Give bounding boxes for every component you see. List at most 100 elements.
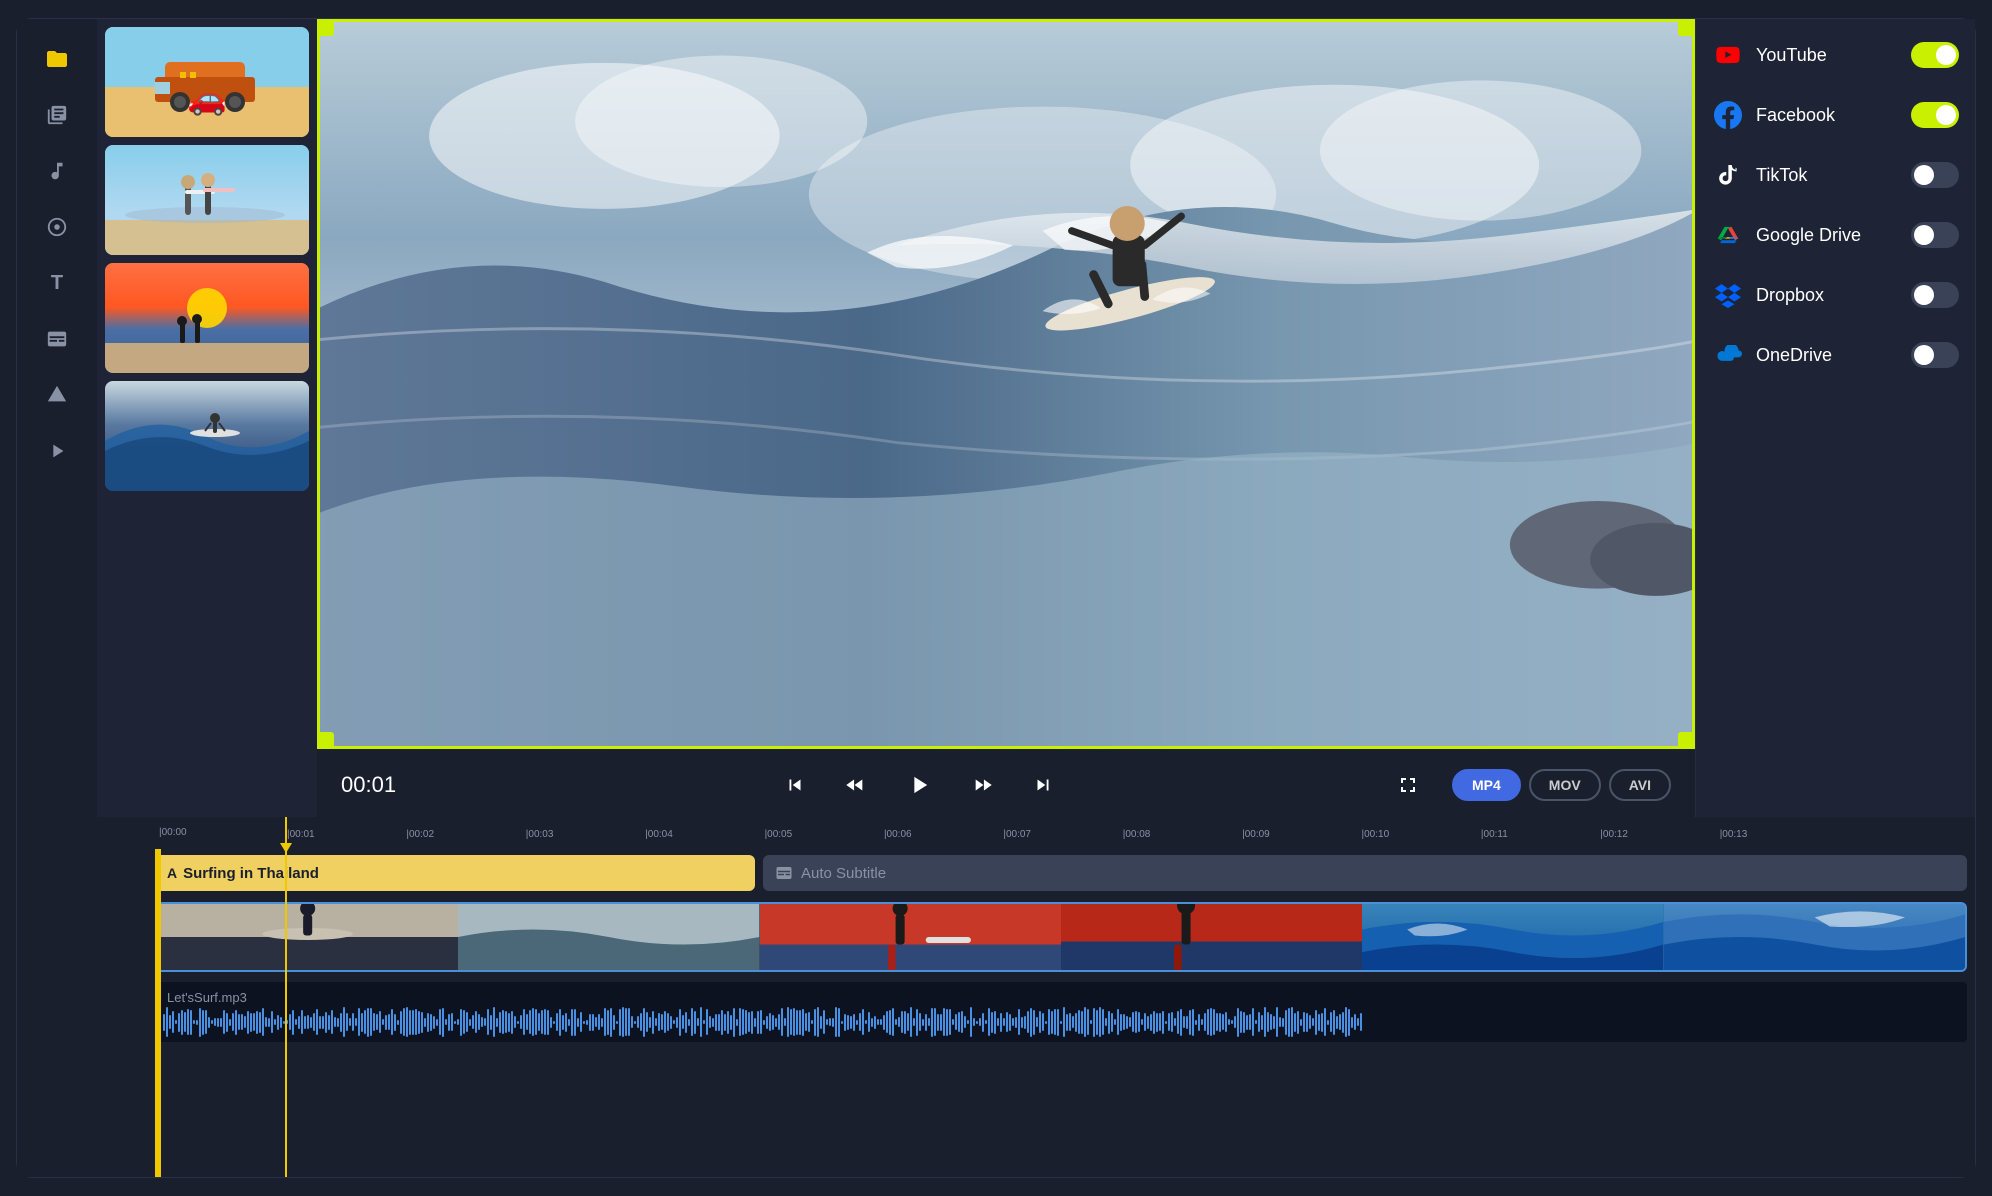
- sidebar-item-transitions[interactable]: [33, 427, 81, 475]
- wave-bar: [1117, 1009, 1119, 1035]
- gdrive-toggle[interactable]: [1911, 222, 1959, 248]
- sidebar-item-library[interactable]: [33, 91, 81, 139]
- wave-bar: [598, 1014, 600, 1030]
- wave-bar: [460, 1009, 462, 1036]
- wave-bar: [247, 1011, 249, 1034]
- wave-bar: [295, 1019, 297, 1025]
- film-segment-6: [1664, 904, 1965, 970]
- wave-bar: [940, 1014, 942, 1031]
- sidebar-item-effects[interactable]: [33, 203, 81, 251]
- wave-bar: [1084, 1007, 1086, 1037]
- ruler-mark-13: |00:13: [1720, 829, 1748, 840]
- wave-bar: [472, 1015, 474, 1029]
- wave-bar: [901, 1011, 903, 1033]
- wave-bar: [877, 1019, 879, 1025]
- wave-bar: [694, 1011, 696, 1034]
- time-display: 00:01: [341, 772, 441, 798]
- wave-bar: [367, 1008, 369, 1037]
- wave-bar: [844, 1014, 846, 1031]
- sidebar-item-music[interactable]: [33, 147, 81, 195]
- thumbnail-3[interactable]: [105, 263, 309, 373]
- thumbnail-2[interactable]: [105, 145, 309, 255]
- wave-bar: [784, 1018, 786, 1026]
- format-mp4-button[interactable]: MP4: [1452, 769, 1521, 801]
- wave-bar: [928, 1018, 930, 1026]
- wave-bar: [1252, 1008, 1254, 1036]
- ruler-mark-8: |00:08: [1123, 829, 1151, 840]
- video-filmstrip[interactable]: [155, 902, 1967, 972]
- sidebar-item-subtitles[interactable]: [33, 315, 81, 363]
- wave-bar: [355, 1018, 357, 1026]
- wave-bar: [760, 1010, 762, 1034]
- wave-bar: [595, 1017, 597, 1027]
- rewind-button[interactable]: [837, 767, 873, 803]
- ruler-mark-7: |00:07: [1003, 829, 1031, 840]
- sidebar-item-text[interactable]: T: [33, 259, 81, 307]
- skip-forward-button[interactable]: [1025, 767, 1061, 803]
- format-mov-button[interactable]: MOV: [1529, 769, 1601, 801]
- wave-bar: [913, 1018, 915, 1026]
- wave-bar: [1069, 1013, 1071, 1031]
- wave-bar: [1171, 1012, 1173, 1032]
- wave-bar: [547, 1010, 549, 1035]
- tiktok-toggle[interactable]: [1911, 162, 1959, 188]
- wave-bar: [352, 1013, 354, 1031]
- wave-bar: [658, 1013, 660, 1031]
- wave-bar: [637, 1016, 639, 1028]
- wave-bar: [1342, 1012, 1344, 1033]
- video-canvas[interactable]: [317, 19, 1695, 749]
- wave-bar: [667, 1013, 669, 1031]
- wave-bar: [1195, 1020, 1197, 1025]
- wave-bar: [1012, 1018, 1014, 1026]
- thumbnail-4[interactable]: [105, 381, 309, 491]
- gdrive-label: Google Drive: [1756, 225, 1899, 246]
- wave-bar: [1279, 1017, 1281, 1027]
- sidebar-item-shapes[interactable]: [33, 371, 81, 419]
- onedrive-toggle[interactable]: [1911, 342, 1959, 368]
- wave-bar: [820, 1016, 822, 1029]
- wave-bar: [697, 1018, 699, 1026]
- wave-bar: [457, 1019, 459, 1025]
- facebook-toggle[interactable]: [1911, 102, 1959, 128]
- wave-bar: [1210, 1008, 1212, 1036]
- gdrive-toggle-knob: [1914, 225, 1934, 245]
- wave-bar: [205, 1010, 207, 1034]
- wave-bar: [823, 1010, 825, 1034]
- subtitle-clip-yellow[interactable]: A Surfing in Thailand: [155, 855, 755, 891]
- wave-bar: [322, 1016, 324, 1029]
- play-button[interactable]: [897, 763, 941, 807]
- wave-bar: [487, 1009, 489, 1035]
- wave-bar: [976, 1021, 978, 1024]
- wave-bar: [1132, 1012, 1134, 1032]
- skip-back-button[interactable]: [777, 767, 813, 803]
- wave-bar: [574, 1009, 576, 1036]
- fast-forward-button[interactable]: [965, 767, 1001, 803]
- dropbox-toggle[interactable]: [1911, 282, 1959, 308]
- wave-bar: [520, 1015, 522, 1029]
- wave-bar: [349, 1018, 351, 1026]
- controls-center: [441, 763, 1396, 807]
- wave-bar: [868, 1012, 870, 1032]
- wave-bar: [562, 1015, 564, 1030]
- wave-bar: [955, 1014, 957, 1030]
- wave-bar: [382, 1019, 384, 1025]
- wave-bar: [1234, 1016, 1236, 1028]
- wave-bar: [775, 1018, 777, 1027]
- wave-bar: [262, 1008, 264, 1036]
- wave-bar: [427, 1013, 429, 1032]
- wave-bar: [1240, 1011, 1242, 1033]
- wave-bar: [850, 1016, 852, 1029]
- youtube-toggle[interactable]: [1911, 42, 1959, 68]
- wave-bar: [391, 1009, 393, 1035]
- app-container: T: [16, 18, 1976, 1178]
- subtitle-clip-gray[interactable]: Auto Subtitle: [763, 855, 1967, 891]
- subtitle-clip-marker: A: [167, 865, 177, 881]
- wave-bar: [766, 1016, 768, 1029]
- wave-bar: [1153, 1011, 1155, 1034]
- format-avi-button[interactable]: AVI: [1609, 769, 1671, 801]
- thumbnail-1[interactable]: [105, 27, 309, 137]
- wave-bar: [571, 1009, 573, 1036]
- sidebar-item-media[interactable]: [33, 35, 81, 83]
- wave-bar: [454, 1021, 456, 1024]
- fullscreen-button[interactable]: [1396, 773, 1420, 797]
